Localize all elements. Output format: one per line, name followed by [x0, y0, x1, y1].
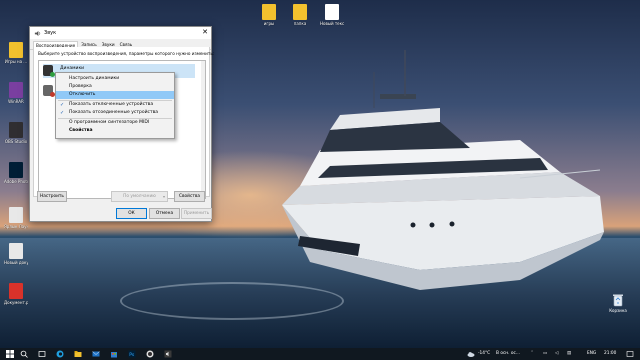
desktop-icon[interactable]: папка	[288, 4, 312, 26]
check-icon: ✓	[60, 102, 65, 108]
taskbar: Ps -14°C В осн. ос... ˄ ▭ ◁ ▤ ENG 21:00	[0, 348, 640, 360]
text-file-icon	[325, 4, 339, 20]
docx-icon	[9, 243, 23, 259]
desktop-icon[interactable]: Игры на ...	[4, 42, 28, 64]
photoshop-icon	[9, 162, 23, 178]
obs-icon	[9, 122, 23, 138]
edge-icon[interactable]	[56, 350, 64, 358]
desktop-icon-label: Adobe Photoshop	[4, 179, 28, 184]
svg-text:Ps: Ps	[129, 352, 135, 358]
desktop-icon[interactable]: игры	[257, 4, 281, 26]
menu-item-about-midi[interactable]: О программном синтезаторе MIDI	[56, 119, 174, 127]
dialog-title: Звук	[44, 30, 57, 36]
folder-icon	[262, 4, 276, 20]
dialog-titlebar[interactable]: Звук ✕	[30, 27, 211, 39]
recycle-bin[interactable]: Корзина	[605, 293, 631, 313]
chevron-up-icon[interactable]: ˄	[531, 348, 533, 360]
mail-icon[interactable]	[92, 350, 100, 358]
desktop-icon[interactable]: Новый текстовый...	[320, 4, 344, 26]
weather-description[interactable]: В осн. ос...	[496, 348, 520, 360]
file-explorer-icon[interactable]	[74, 350, 82, 358]
device-name: Динамики	[60, 66, 85, 71]
speaker-taskbar-icon[interactable]	[164, 350, 172, 358]
instruction-text: Выберите устройство воспроизведения, пар…	[38, 51, 215, 56]
desktop-icon[interactable]: Adobe Photoshop	[4, 162, 28, 184]
game-icon	[9, 42, 23, 58]
desktop-icon-label: OBS Studio	[4, 139, 28, 144]
menu-item-label: Показать отсоединенные устройства	[69, 110, 159, 115]
device-list-scrollbar[interactable]	[201, 61, 205, 198]
desktop-icon[interactable]: Новый документ	[4, 243, 28, 265]
desktop-icon[interactable]: OBS Studio	[4, 122, 28, 144]
speaker-icon	[34, 30, 41, 36]
desktop-icon-label: WinRAR	[8, 99, 24, 104]
menu-item-label: Настроить динамики	[69, 76, 120, 81]
boat-wake	[120, 282, 344, 320]
check-icon: ✓	[60, 110, 65, 116]
desktop-icon[interactable]: Документ.pdf	[4, 283, 28, 305]
desktop-icon[interactable]: Ярлык Лаунч...	[4, 207, 28, 229]
weather-temperature[interactable]: -14°C	[478, 348, 490, 360]
pdf-icon	[9, 283, 23, 299]
desktop-icon[interactable]: WinRAR	[4, 82, 28, 104]
search-icon[interactable]	[20, 350, 28, 358]
menu-item-label: Проверка	[69, 84, 92, 89]
ok-button[interactable]: ОК	[116, 208, 147, 219]
desktop-icon-label: игры	[263, 21, 275, 26]
store-icon[interactable]	[110, 350, 118, 358]
notification-icon[interactable]	[626, 350, 634, 358]
folder-icon	[293, 4, 307, 20]
desktop-icon-label: Новый документ	[4, 260, 28, 265]
configure-button[interactable]: Настроить	[37, 191, 67, 202]
menu-item-show-disabled[interactable]: ✓ Показать отключенные устройства	[56, 101, 174, 109]
set-default-label: По умолчанию	[123, 194, 156, 199]
network-icon[interactable]: ▭	[543, 348, 547, 360]
menu-item-test[interactable]: Проверка	[56, 83, 174, 91]
desktop-icon-label: папка	[293, 21, 307, 26]
properties-button[interactable]: Свойства	[174, 191, 205, 202]
keyboard-icon[interactable]: ▤	[567, 348, 571, 360]
menu-item-properties[interactable]: Свойства	[56, 127, 174, 135]
menu-item-label: О программном синтезаторе MIDI	[69, 120, 150, 125]
language-indicator[interactable]: ENG	[587, 348, 596, 360]
shortcut-icon	[9, 207, 23, 223]
desktop-icon-label: Документ.pdf	[4, 300, 28, 305]
apply-button[interactable]: Применить	[181, 208, 212, 219]
winrar-icon	[9, 82, 23, 98]
menu-item-show-disconnected[interactable]: ✓ Показать отсоединенные устройства	[56, 109, 174, 117]
cancel-button[interactable]: Отмена	[149, 208, 180, 219]
set-default-dropdown[interactable]: По умолчанию ▾	[111, 191, 168, 202]
close-button[interactable]: ✕	[202, 28, 208, 36]
recycle-bin-icon	[613, 294, 623, 307]
clock[interactable]: 21:00	[604, 348, 616, 360]
menu-item-configure-speakers[interactable]: Настроить динамики	[56, 75, 174, 83]
photoshop-taskbar-icon[interactable]: Ps	[128, 350, 136, 358]
menu-item-disable[interactable]: Отключить	[56, 91, 174, 99]
desktop-icon-label: Новый текстовый...	[320, 21, 344, 26]
chevron-down-icon: ▾	[162, 194, 165, 199]
weather-cloud-icon[interactable]	[467, 350, 475, 358]
context-menu: Настроить динамики Проверка Отключить ✓ …	[55, 72, 175, 139]
desktop-icon-label: Ярлык Лаунч...	[4, 224, 28, 229]
menu-item-label: Свойства	[69, 128, 93, 133]
obs-taskbar-icon[interactable]	[146, 350, 154, 358]
desktop-icon-label: Игры на ...	[4, 59, 28, 64]
recycle-bin-label: Корзина	[609, 308, 627, 313]
volume-icon[interactable]: ◁	[555, 348, 558, 360]
windows-start-icon[interactable]	[6, 350, 14, 358]
menu-item-label: Показать отключенные устройства	[69, 102, 154, 107]
task-view-icon[interactable]	[38, 350, 46, 358]
menu-item-label: Отключить	[69, 92, 96, 97]
